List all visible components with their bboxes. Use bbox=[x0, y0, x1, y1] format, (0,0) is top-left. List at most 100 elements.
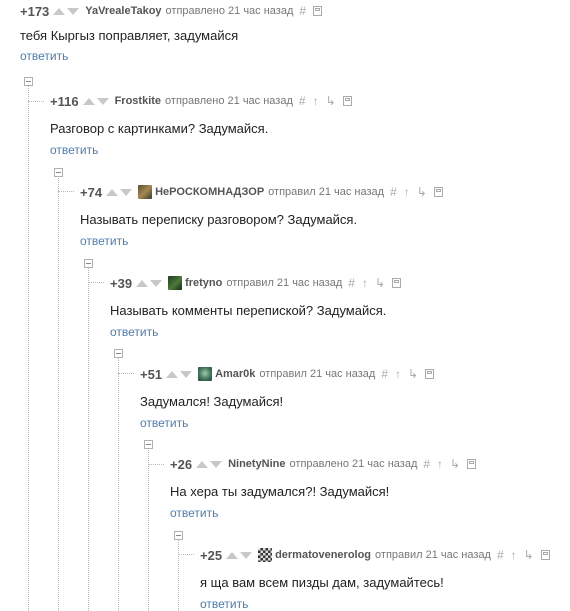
thread-connector bbox=[88, 282, 104, 283]
collapse-toggle[interactable] bbox=[84, 259, 93, 268]
permalink-icon[interactable]: # bbox=[381, 367, 388, 381]
comment-timestamp[interactable]: отправлено 21 час назад bbox=[290, 458, 418, 470]
thread-connector bbox=[58, 191, 74, 192]
comment-timestamp[interactable]: отправил 21 час назад bbox=[259, 368, 375, 380]
comment-rating: +25 bbox=[200, 547, 223, 563]
thread-line bbox=[148, 450, 149, 611]
thread-line bbox=[58, 178, 59, 611]
permalink-icon[interactable]: # bbox=[299, 4, 306, 18]
comment-header: +39 fretyno отправил 21 час назад # ↑ ↳ bbox=[110, 275, 402, 291]
reply-link[interactable]: ответить bbox=[140, 416, 188, 430]
comment-rating: +39 bbox=[110, 275, 133, 291]
parent-comment-icon[interactable]: ↳ bbox=[326, 94, 336, 108]
go-up-icon[interactable]: ↑ bbox=[437, 457, 443, 471]
permalink-icon[interactable]: # bbox=[390, 185, 397, 199]
downvote-icon[interactable] bbox=[150, 279, 163, 287]
permalink-icon[interactable]: # bbox=[423, 457, 430, 471]
comment-author[interactable]: dermatovenerolog bbox=[275, 549, 371, 561]
save-icon[interactable] bbox=[342, 96, 352, 106]
comment-text: Называть комменты перепиской? Задумайся. bbox=[110, 303, 387, 318]
comment-author[interactable]: Frostkite bbox=[115, 95, 161, 107]
collapse-toggle[interactable] bbox=[24, 77, 33, 86]
save-icon[interactable] bbox=[467, 459, 477, 469]
collapse-toggle[interactable] bbox=[114, 349, 123, 358]
downvote-icon[interactable] bbox=[120, 188, 133, 196]
comment-author[interactable]: NinetyNine bbox=[228, 458, 285, 470]
comment-text: Называть переписку разговором? Задумайся… bbox=[80, 212, 358, 227]
permalink-icon[interactable]: # bbox=[497, 548, 504, 562]
permalink-icon[interactable]: # bbox=[348, 276, 355, 290]
parent-comment-icon[interactable]: ↳ bbox=[408, 367, 418, 381]
collapse-toggle[interactable] bbox=[54, 168, 63, 177]
avatar[interactable] bbox=[258, 548, 273, 562]
comment-rating: +173 bbox=[20, 3, 50, 19]
reply-link[interactable]: ответить bbox=[50, 143, 98, 157]
comment-timestamp[interactable]: отправил 21 час назад bbox=[375, 549, 491, 561]
upvote-icon[interactable] bbox=[166, 370, 179, 378]
collapse-toggle[interactable] bbox=[174, 531, 183, 540]
parent-comment-icon[interactable]: ↳ bbox=[450, 457, 460, 471]
comment-header: +51 Amar0k отправил 21 час назад # ↑ ↳ bbox=[140, 366, 435, 382]
comment-author[interactable]: НеРОСКОМНАДЗОР bbox=[155, 186, 264, 198]
avatar[interactable] bbox=[138, 185, 153, 199]
thread-line bbox=[28, 86, 29, 611]
upvote-icon[interactable] bbox=[226, 551, 239, 559]
upvote-icon[interactable] bbox=[82, 97, 95, 105]
comment-timestamp[interactable]: отправлено 21 час назад bbox=[165, 95, 293, 107]
downvote-icon[interactable] bbox=[180, 370, 193, 378]
upvote-icon[interactable] bbox=[53, 7, 66, 15]
go-up-icon[interactable]: ↑ bbox=[511, 548, 517, 562]
reply-link[interactable]: ответить bbox=[200, 597, 248, 611]
comment-author[interactable]: YaVrealeTakoy bbox=[85, 5, 161, 17]
save-icon[interactable] bbox=[392, 278, 402, 288]
thread-connector bbox=[28, 101, 44, 102]
save-icon[interactable] bbox=[313, 6, 323, 16]
comment-author[interactable]: fretyno bbox=[185, 277, 222, 289]
upvote-icon[interactable] bbox=[136, 279, 149, 287]
comment-text: я ща вам всем пизды дам, задумайтесь! bbox=[200, 575, 444, 590]
go-up-icon[interactable]: ↑ bbox=[362, 276, 368, 290]
reply-link[interactable]: ответить bbox=[20, 49, 68, 63]
thread-line bbox=[88, 268, 89, 611]
comment-text: Разговор с картинками? Задумайся. bbox=[50, 121, 269, 136]
downvote-icon[interactable] bbox=[210, 460, 223, 468]
reply-link[interactable]: ответить bbox=[170, 506, 218, 520]
comment-text: На хера ты задумался?! Задумайся! bbox=[170, 484, 390, 499]
comment-timestamp[interactable]: отправил 21 час назад bbox=[268, 186, 384, 198]
comment-timestamp[interactable]: отправил 21 час назад bbox=[226, 277, 342, 289]
comment-rating: +116 bbox=[50, 93, 79, 109]
upvote-icon[interactable] bbox=[196, 460, 209, 468]
save-icon[interactable] bbox=[425, 369, 435, 379]
parent-comment-icon[interactable]: ↳ bbox=[375, 276, 385, 290]
thread-connector bbox=[148, 464, 164, 465]
thread-line bbox=[178, 540, 179, 611]
comment-text: Задумался! Задумайся! bbox=[140, 394, 284, 409]
downvote-icon[interactable] bbox=[96, 97, 109, 105]
avatar[interactable] bbox=[198, 367, 213, 381]
go-up-icon[interactable]: ↑ bbox=[404, 185, 410, 199]
collapse-toggle[interactable] bbox=[144, 440, 153, 449]
comment-header: +26 NinetyNine отправлено 21 час назад #… bbox=[170, 456, 477, 472]
comment-author[interactable]: Amar0k bbox=[215, 368, 255, 380]
save-icon[interactable] bbox=[433, 187, 443, 197]
go-up-icon[interactable]: ↑ bbox=[313, 94, 319, 108]
avatar[interactable] bbox=[168, 276, 183, 290]
upvote-icon[interactable] bbox=[106, 188, 119, 196]
comment-header: +74 НеРОСКОМНАДЗОР отправил 21 час назад… bbox=[80, 184, 443, 200]
comment-rating: +74 bbox=[80, 184, 103, 200]
reply-link[interactable]: ответить bbox=[110, 325, 158, 339]
comment-header: +25 dermatovenerolog отправил 21 час наз… bbox=[200, 547, 550, 563]
downvote-icon[interactable] bbox=[240, 551, 253, 559]
comment-timestamp[interactable]: отправлено 21 час назад bbox=[166, 5, 294, 17]
thread-connector bbox=[178, 554, 194, 555]
go-up-icon[interactable]: ↑ bbox=[395, 367, 401, 381]
comment-header: +173 YaVrealeTakoy отправлено 21 час наз… bbox=[20, 3, 323, 19]
comment-text: тебя Кыргыз поправляет, задумайся bbox=[20, 28, 239, 43]
parent-comment-icon[interactable]: ↳ bbox=[417, 185, 427, 199]
parent-comment-icon[interactable]: ↳ bbox=[524, 548, 534, 562]
downvote-icon[interactable] bbox=[67, 7, 80, 15]
comment-rating: +51 bbox=[140, 366, 163, 382]
reply-link[interactable]: ответить bbox=[80, 234, 128, 248]
save-icon[interactable] bbox=[540, 550, 550, 560]
permalink-icon[interactable]: # bbox=[299, 94, 306, 108]
